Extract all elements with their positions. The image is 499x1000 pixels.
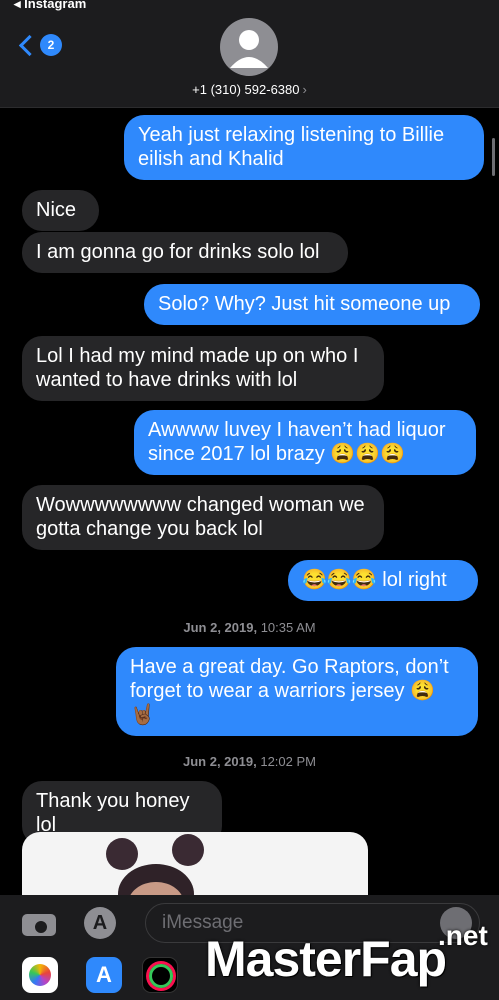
message-bubble-outgoing[interactable]: Awwww luvey I haven’t had liquor since 2… xyxy=(134,410,476,475)
back-to-instagram-link[interactable]: ◂ Instagram xyxy=(14,0,86,12)
unread-badge: 2 xyxy=(40,34,62,56)
message-bubble-incoming[interactable]: Wowwwwwwww changed woman we gotta change… xyxy=(22,485,384,550)
photos-app-icon[interactable] xyxy=(22,957,58,993)
camera-icon[interactable] xyxy=(22,914,56,936)
chevron-left-icon xyxy=(18,34,41,56)
message-bubble-outgoing[interactable]: Solo? Why? Just hit someone up xyxy=(144,284,480,325)
person-icon xyxy=(230,30,268,68)
activity-app-icon[interactable] xyxy=(142,957,178,993)
chevron-right-icon: › xyxy=(302,82,307,97)
message-bubble-incoming[interactable]: Lol I had my mind made up on who I wante… xyxy=(22,336,384,401)
timestamp: Jun 2, 2019, 12:02 PM xyxy=(183,754,316,769)
message-bubble-outgoing[interactable]: Have a great day. Go Raptors, don’t forg… xyxy=(116,647,478,736)
watermark-suffix: .net xyxy=(438,920,488,951)
watermark: MasterFap xyxy=(205,931,447,987)
message-bubble-outgoing[interactable]: Yeah just relaxing listening to Billie e… xyxy=(124,115,484,180)
scroll-indicator[interactable] xyxy=(492,138,495,176)
message-bubble-incoming[interactable]: I am gonna go for drinks solo lol xyxy=(22,232,348,273)
message-bubble-incoming[interactable]: Nice xyxy=(22,190,99,231)
contact-name[interactable]: +1 (310) 592-6380 › xyxy=(0,82,499,97)
contact-avatar[interactable] xyxy=(220,18,278,76)
back-button[interactable]: 2 xyxy=(16,34,62,56)
timestamp: Jun 2, 2019, 10:35 AM xyxy=(183,620,316,635)
message-bubble-outgoing[interactable]: 😂😂😂 lol right xyxy=(288,560,478,601)
app-store-app-icon[interactable]: A xyxy=(86,957,122,993)
app-store-icon[interactable]: A xyxy=(84,907,116,939)
